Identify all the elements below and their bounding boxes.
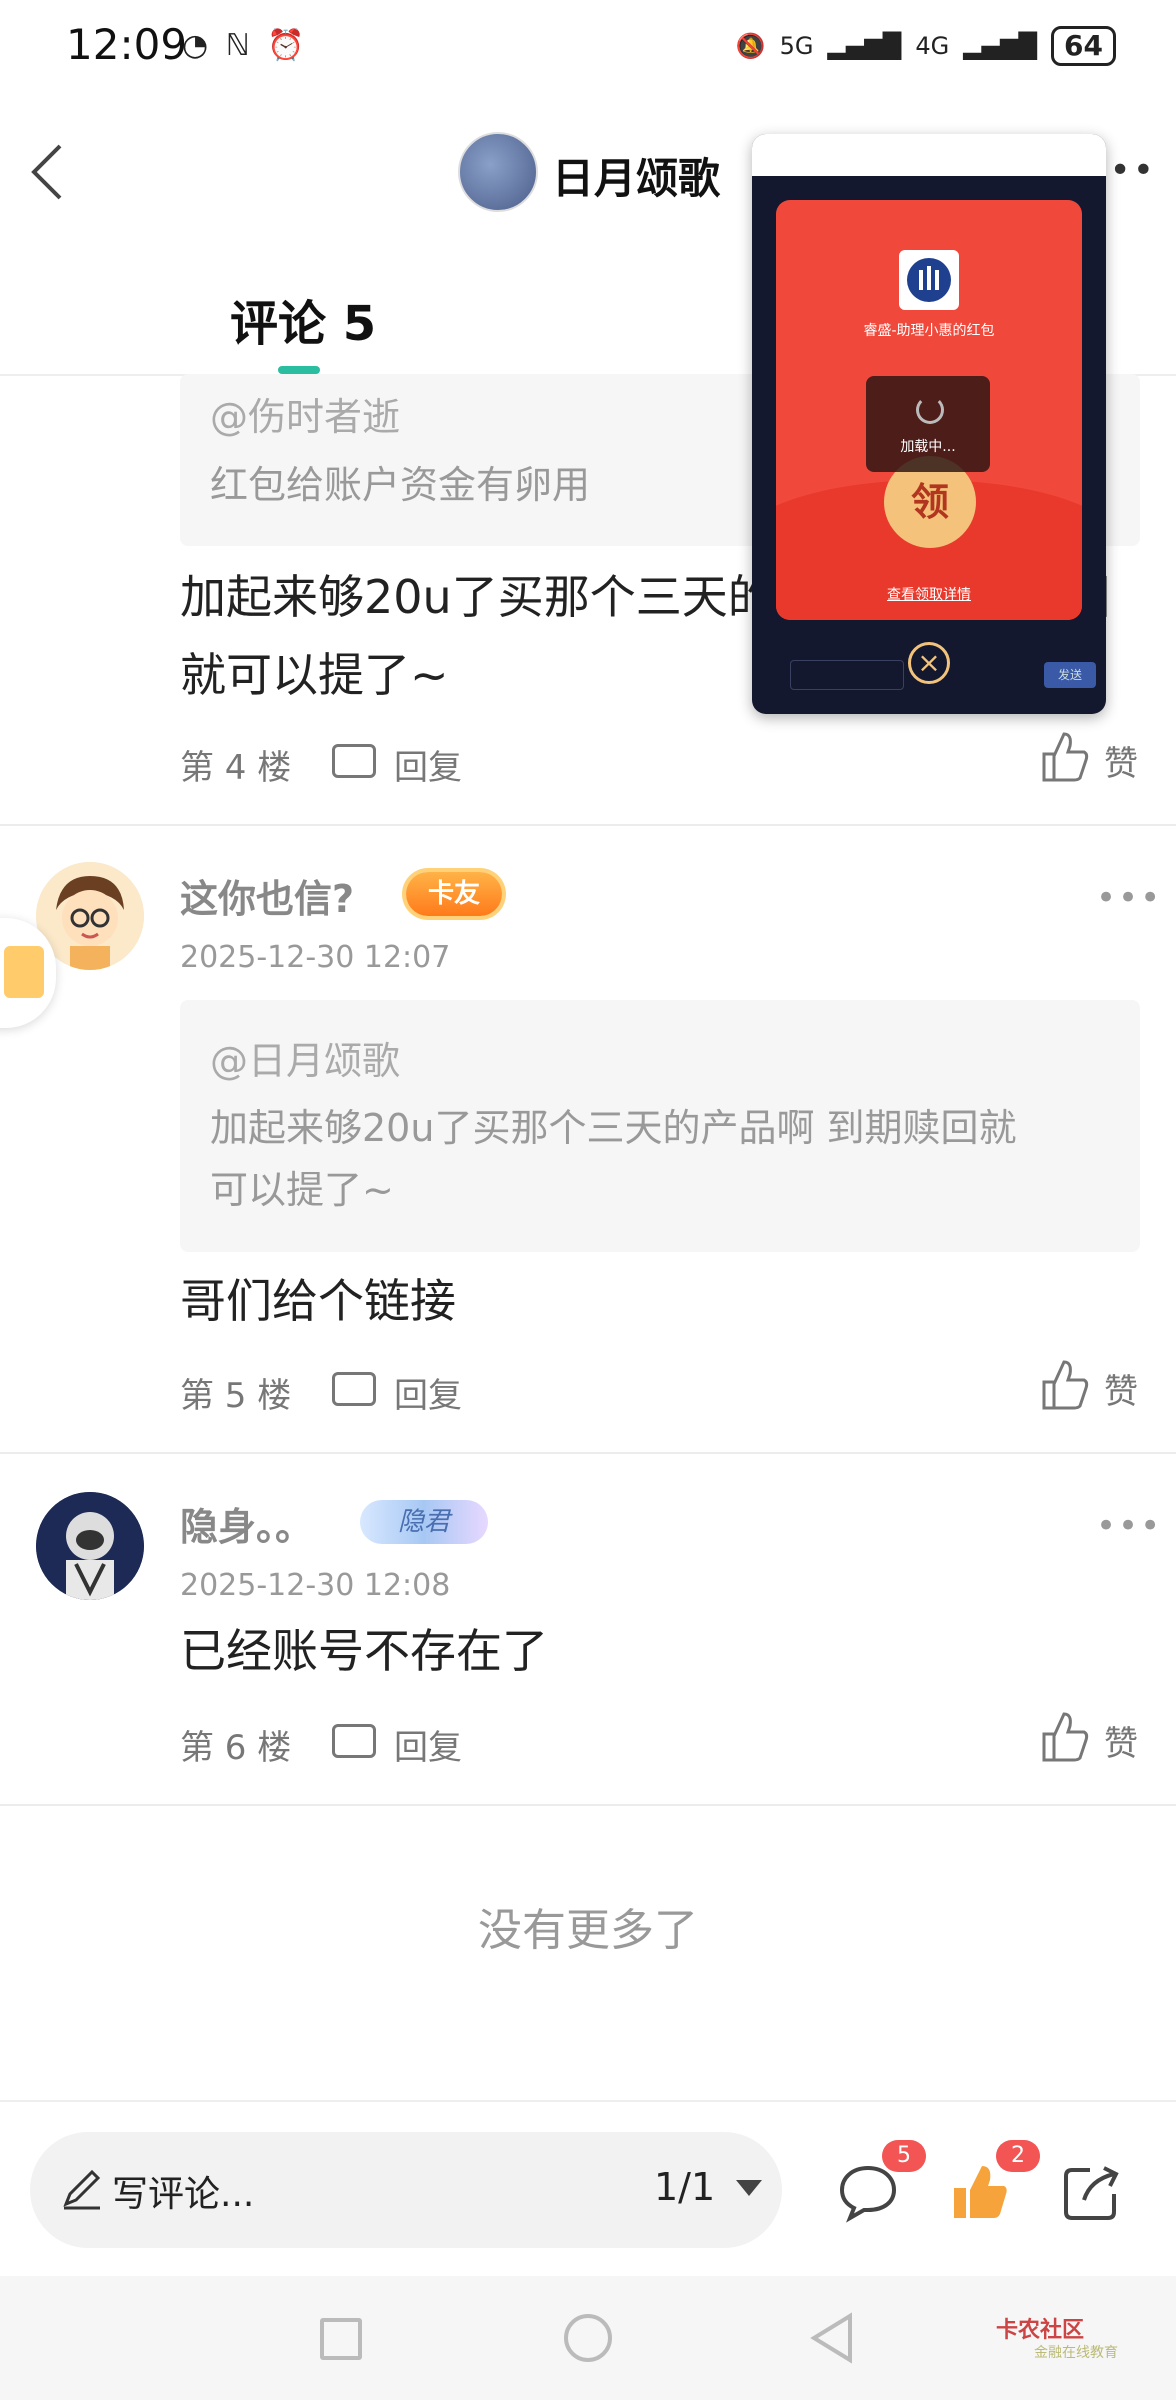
- comment-divider: [0, 1804, 1176, 1806]
- reply-button[interactable]: 回复: [394, 1720, 462, 1769]
- signal-4g: 4G: [915, 32, 950, 60]
- comment-body: 哥们给个链接: [180, 1274, 456, 1328]
- like-thumb-icon[interactable]: [1040, 1358, 1090, 1412]
- system-back-button[interactable]: [808, 2312, 856, 2364]
- floor-number: 第 4 楼: [180, 748, 292, 788]
- signal-bars-icon: ▂▄▆█: [963, 32, 1038, 60]
- red-packet-popup[interactable]: 睿盛-助理小惠的红包 领 加载中... 查看领取详情 × 发送: [752, 134, 1106, 714]
- comment-more-icon[interactable]: •••: [1096, 878, 1162, 918]
- user-badge: 卡友: [406, 872, 502, 916]
- quote-text: 可以提了~: [210, 1168, 394, 1212]
- signal-5g: 5G: [779, 32, 814, 60]
- popup-send-button[interactable]: 发送: [1044, 662, 1096, 688]
- sender-logo-icon: [899, 250, 959, 310]
- comment-count-badge: 5: [882, 2140, 926, 2172]
- share-icon[interactable]: [1060, 2160, 1124, 2224]
- task-icon: [4, 946, 44, 998]
- like-thumb-icon[interactable]: [1040, 1710, 1090, 1764]
- comment-date: 2025-12-30 12:07: [180, 940, 451, 975]
- header-avatar[interactable]: [458, 132, 538, 212]
- comment-input-label[interactable]: 写评论...: [112, 2165, 254, 2217]
- username[interactable]: 隐身。。: [180, 1496, 313, 1551]
- bottom-divider: [0, 2100, 1176, 2102]
- no-more-text: 没有更多了: [478, 1905, 698, 1956]
- quote-user[interactable]: @日月颂歌: [210, 1030, 400, 1085]
- quote-text: 加起来够20u了买那个三天的产品啊 到期赎回就: [210, 1106, 1017, 1150]
- reply-icon[interactable]: [332, 744, 376, 778]
- loading-toast: 加载中...: [866, 376, 990, 472]
- floor-number: 第 6 楼: [180, 1728, 292, 1768]
- watermark-sub: 金融在线教育: [1034, 2345, 1118, 2361]
- popup-top-strip: [752, 134, 1106, 176]
- like-button[interactable]: 赞: [1104, 736, 1138, 785]
- floor-number: 第 5 楼: [180, 1376, 292, 1416]
- packet-sender-name: 睿盛-助理小惠的红包: [863, 323, 995, 339]
- pen-icon: [63, 2169, 101, 2210]
- recent-apps-button[interactable]: [320, 2318, 362, 2360]
- reply-icon[interactable]: [332, 1724, 376, 1758]
- comment-body: 已经账号不存在了: [180, 1624, 548, 1678]
- tab-comments[interactable]: 评论 5: [230, 284, 376, 354]
- page-title: 日月颂歌: [552, 154, 721, 203]
- user-badge: 隐君: [360, 1500, 488, 1544]
- like-button[interactable]: 赞: [1104, 1716, 1138, 1765]
- comment-date: 2025-12-30 12:08: [180, 1568, 451, 1603]
- loading-text: 加载中...: [900, 439, 956, 455]
- signal-bars-icon: ▂▄▆█: [827, 32, 902, 60]
- view-details-link[interactable]: 查看领取详情: [776, 584, 1082, 604]
- user-avatar[interactable]: [36, 1492, 144, 1600]
- chevron-down-icon[interactable]: [736, 2180, 762, 2196]
- status-time: 12:09: [66, 20, 188, 69]
- like-count-badge: 2: [996, 2140, 1040, 2172]
- battery-indicator: 64: [1051, 26, 1116, 66]
- mute-icon: 🔕: [735, 32, 766, 60]
- page-indicator[interactable]: 1/1: [654, 2165, 715, 2209]
- back-arrow-icon[interactable]: [26, 140, 70, 204]
- comment-divider: [0, 824, 1176, 826]
- comment-divider: [0, 1452, 1176, 1454]
- quote-text: 红包给账户资金有卵用: [210, 463, 591, 507]
- watermark-brand: 卡农社区: [996, 2318, 1085, 2343]
- like-thumb-icon[interactable]: [1040, 730, 1090, 784]
- comment-more-icon[interactable]: •••: [1096, 1506, 1162, 1546]
- spinner-icon: [916, 396, 944, 424]
- like-filled-icon[interactable]: [948, 2160, 1012, 2224]
- status-indicators: 🔕 5G ▂▄▆█ 4G ▂▄▆█ 64: [736, 26, 1116, 66]
- home-button[interactable]: [564, 2314, 612, 2362]
- status-app-icons: ◔ ℕ ⏰: [182, 28, 309, 63]
- tab-indicator: [278, 366, 320, 374]
- comment-body: 就可以提了~: [180, 648, 449, 702]
- popup-chat-input[interactable]: [790, 660, 904, 690]
- reply-icon[interactable]: [332, 1372, 376, 1406]
- like-button[interactable]: 赞: [1104, 1364, 1138, 1413]
- reply-button[interactable]: 回复: [394, 740, 462, 789]
- close-icon[interactable]: ×: [908, 642, 950, 684]
- reply-button[interactable]: 回复: [394, 1368, 462, 1417]
- quote-user[interactable]: @伤时者逝: [210, 386, 400, 441]
- username[interactable]: 这你也信?: [180, 868, 354, 923]
- red-packet-card[interactable]: 睿盛-助理小惠的红包 领 加载中... 查看领取详情: [776, 200, 1082, 620]
